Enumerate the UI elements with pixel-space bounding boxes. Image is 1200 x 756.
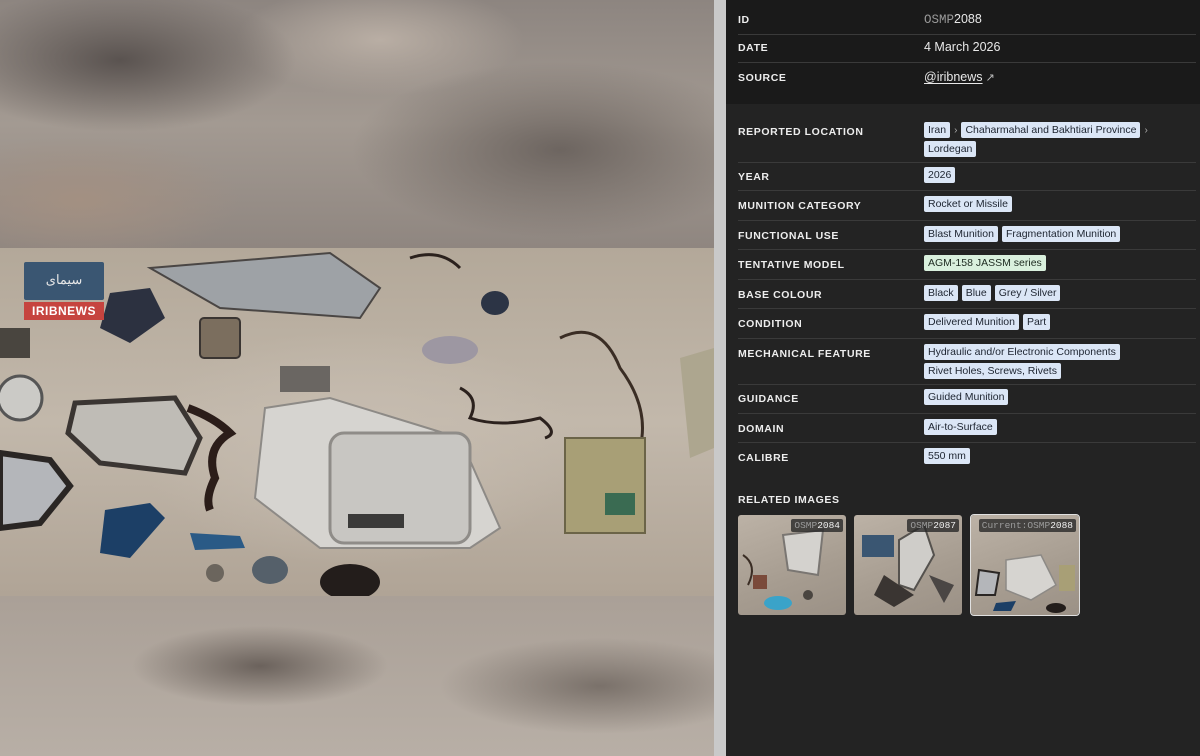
media-viewer[interactable]: سیمای IRIBNEWS	[0, 0, 714, 756]
location-tag-city[interactable]: Lordegan	[924, 141, 977, 157]
year-tags: 2026	[924, 167, 1196, 183]
id-number: 2088	[954, 12, 982, 26]
mechanical-label: MECHANICAL FEATURE	[738, 348, 871, 360]
functional-tag-blast[interactable]: Blast Munition	[924, 226, 998, 242]
colour-tags: Black Blue Grey / Silver	[924, 285, 1196, 301]
munition-photo[interactable]: سیمای IRIBNEWS	[0, 248, 714, 596]
guidance-label: GUIDANCE	[738, 393, 799, 405]
category-row: MUNITION CATEGORY Rocket or Missile	[738, 196, 1196, 221]
source-link[interactable]: @iribnews	[924, 70, 983, 84]
meta-summary: ID OSMP2088 DATE 4 March 2026 SOURCE @ir…	[726, 0, 1200, 104]
thumb-id-badge: Current:OSMP2088	[978, 519, 1076, 532]
broadcaster-watermark: سیمای IRIBNEWS	[24, 262, 104, 324]
source-row: SOURCE @iribnews ↗	[738, 70, 1196, 92]
location-row: REPORTED LOCATION Iran › Chaharmahal and…	[738, 122, 1196, 163]
related-thumb-2087[interactable]: OSMP2087	[854, 515, 962, 615]
location-label: REPORTED LOCATION	[738, 126, 864, 138]
id-label: ID	[738, 14, 750, 26]
colour-tag-black[interactable]: Black	[924, 285, 958, 301]
related-thumb-2088-current[interactable]: Current:OSMP2088	[970, 514, 1080, 616]
source-label: SOURCE	[738, 72, 787, 84]
thumb-id-badge: OSMP2087	[907, 519, 959, 532]
related-thumb-2084[interactable]: OSMP2084	[738, 515, 846, 615]
location-tags: Iran › Chaharmahal and Bakhtiari Provinc…	[924, 122, 1196, 157]
domain-label: DOMAIN	[738, 423, 785, 435]
calibre-tag[interactable]: 550 mm	[924, 448, 970, 464]
calibre-row: CALIBRE 550 mm	[738, 448, 1196, 472]
mechanical-tag-rivets[interactable]: Rivet Holes, Screws, Rivets	[924, 363, 1061, 379]
location-tag-country[interactable]: Iran	[924, 122, 951, 138]
thumb-id-badge: OSMP2084	[791, 519, 843, 532]
year-label: YEAR	[738, 171, 770, 183]
id-value: OSMP2088	[924, 12, 1196, 27]
calibre-label: CALIBRE	[738, 452, 789, 464]
year-tag[interactable]: 2026	[924, 167, 956, 183]
condition-label: CONDITION	[738, 318, 803, 330]
location-tag-province[interactable]: Chaharmahal and Bakhtiari Province	[961, 122, 1141, 138]
colour-row: BASE COLOUR Black Blue Grey / Silver	[738, 285, 1196, 309]
condition-row: CONDITION Delivered Munition Part	[738, 314, 1196, 339]
app-root: سیمای IRIBNEWS ID OSMP2088 DATE 4 March …	[0, 0, 1200, 756]
model-row: TENTATIVE MODEL AGM-158 JASSM series	[738, 255, 1196, 280]
date-row: DATE 4 March 2026	[738, 40, 1196, 63]
model-tag[interactable]: AGM-158 JASSM series	[924, 255, 1046, 271]
condition-tags: Delivered Munition Part	[924, 314, 1196, 330]
condition-tag-delivered[interactable]: Delivered Munition	[924, 314, 1019, 330]
date-label: DATE	[738, 42, 769, 54]
functional-label: FUNCTIONAL USE	[738, 230, 839, 242]
mechanical-tag-hydraulic[interactable]: Hydraulic and/or Electronic Components	[924, 344, 1120, 360]
guidance-tag[interactable]: Guided Munition	[924, 389, 1009, 405]
related-images-heading: RELATED IMAGES	[738, 494, 840, 506]
id-row: ID OSMP2088	[738, 12, 1196, 35]
guidance-row: GUIDANCE Guided Munition	[738, 389, 1196, 414]
colour-label: BASE COLOUR	[738, 289, 823, 301]
year-row: YEAR 2026	[738, 167, 1196, 191]
pane-divider[interactable]	[714, 0, 726, 756]
id-prefix: OSMP	[924, 13, 955, 27]
chevron-right-icon: ›	[954, 124, 958, 136]
category-tags: Rocket or Missile	[924, 196, 1196, 212]
colour-tag-grey[interactable]: Grey / Silver	[994, 285, 1061, 301]
domain-row: DOMAIN Air-to-Surface	[738, 419, 1196, 443]
broadcaster-logo: سیمای	[24, 262, 104, 300]
date-value: 4 March 2026	[924, 40, 1001, 54]
condition-tag-part[interactable]: Part	[1022, 314, 1051, 330]
guidance-tags: Guided Munition	[924, 389, 1196, 405]
external-link-icon: ↗	[985, 72, 995, 84]
debris-illustration	[0, 251, 714, 596]
source-value: @iribnews ↗	[924, 70, 1196, 84]
model-label: TENTATIVE MODEL	[738, 259, 845, 271]
blurred-backdrop-top	[0, 0, 714, 248]
blurred-backdrop-bottom	[0, 596, 714, 756]
functional-tag-fragmentation[interactable]: Fragmentation Munition	[1001, 226, 1121, 242]
mechanical-row: MECHANICAL FEATURE Hydraulic and/or Elec…	[738, 344, 1196, 385]
functional-row: FUNCTIONAL USE Blast Munition Fragmentat…	[738, 226, 1196, 250]
mechanical-tags: Hydraulic and/or Electronic Components R…	[924, 344, 1196, 379]
chevron-right-icon: ›	[1144, 124, 1148, 136]
colour-tag-blue[interactable]: Blue	[961, 285, 991, 301]
category-tag[interactable]: Rocket or Missile	[924, 196, 1012, 212]
domain-tags: Air-to-Surface	[924, 419, 1196, 435]
functional-tags: Blast Munition Fragmentation Munition	[924, 226, 1196, 242]
calibre-tags: 550 mm	[924, 448, 1196, 464]
broadcaster-name: IRIBNEWS	[24, 302, 104, 320]
details-panel: ID OSMP2088 DATE 4 March 2026 SOURCE @ir…	[726, 0, 1200, 756]
category-label: MUNITION CATEGORY	[738, 200, 862, 212]
domain-tag[interactable]: Air-to-Surface	[924, 419, 997, 435]
model-tags: AGM-158 JASSM series	[924, 255, 1196, 271]
